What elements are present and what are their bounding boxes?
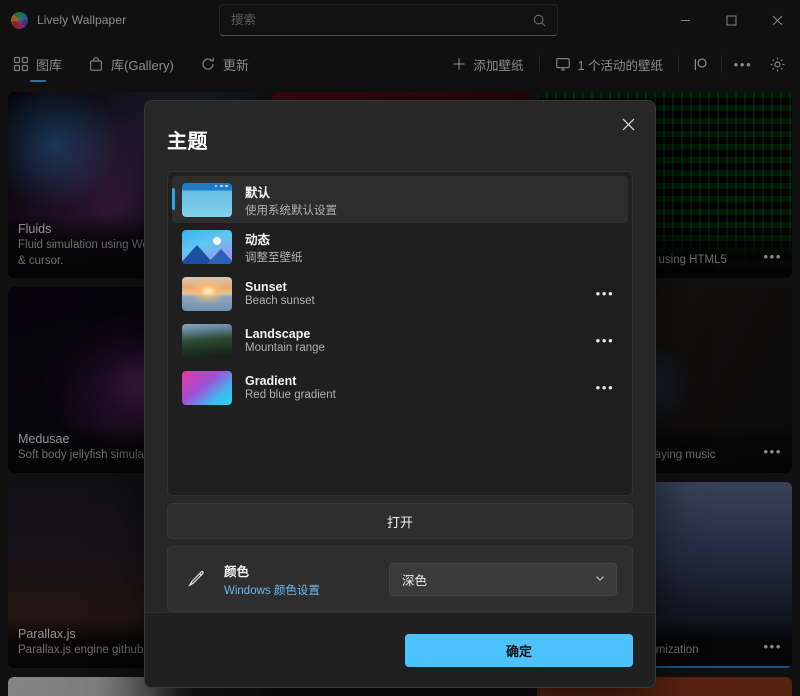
theme-list-item-landscape[interactable]: Landscape Mountain range ••• bbox=[172, 317, 628, 364]
theme-text: 默认 使用系统默认设置 bbox=[245, 182, 590, 218]
theme-list-item-default[interactable]: 默认 使用系统默认设置 bbox=[172, 176, 628, 223]
theme-thumbnail-sunset-icon bbox=[182, 277, 232, 311]
theme-dialog: 主题 默认 使用系统默认设置 bbox=[144, 100, 656, 688]
theme-thumbnail-gradient-icon bbox=[182, 371, 232, 405]
dialog-title: 主题 bbox=[167, 125, 633, 154]
selection-indicator bbox=[172, 188, 175, 210]
theme-list-item-gradient[interactable]: Gradient Red blue gradient ••• bbox=[172, 364, 628, 411]
theme-name: 动态 bbox=[245, 229, 590, 248]
dialog-body: 主题 默认 使用系统默认设置 bbox=[145, 101, 655, 612]
color-text: 颜色 Windows 颜色设置 bbox=[224, 561, 389, 598]
color-mode-select[interactable]: 深色 bbox=[389, 563, 617, 596]
theme-subtitle: 使用系统默认设置 bbox=[245, 202, 590, 218]
theme-more-icon[interactable]: ••• bbox=[590, 286, 620, 301]
theme-text: Sunset Beach sunset bbox=[245, 280, 590, 307]
theme-thumbnail-default-icon bbox=[182, 183, 232, 217]
theme-more-icon[interactable]: ••• bbox=[590, 333, 620, 348]
open-button[interactable]: 打开 bbox=[167, 503, 633, 539]
theme-subtitle: Mountain range bbox=[245, 342, 590, 354]
theme-name: 默认 bbox=[245, 182, 590, 201]
theme-subtitle: Red blue gradient bbox=[245, 389, 590, 401]
close-icon[interactable] bbox=[610, 109, 646, 139]
chevron-down-icon bbox=[594, 572, 606, 587]
color-settings-panel: 颜色 Windows 颜色设置 深色 bbox=[167, 546, 633, 612]
theme-thumbnail-landscape-icon bbox=[182, 324, 232, 358]
dialog-footer: 确定 bbox=[145, 612, 655, 687]
theme-list-item-sunset[interactable]: Sunset Beach sunset ••• bbox=[172, 270, 628, 317]
ok-button[interactable]: 确定 bbox=[405, 634, 633, 667]
theme-subtitle: Beach sunset bbox=[245, 295, 590, 307]
windows-color-settings-link[interactable]: Windows 颜色设置 bbox=[224, 582, 389, 598]
theme-subtitle: 调整至壁纸 bbox=[245, 249, 590, 265]
color-mode-selected-value: 深色 bbox=[402, 570, 427, 589]
theme-name: Gradient bbox=[245, 374, 590, 388]
theme-list-item-dynamic[interactable]: 动态 调整至壁纸 bbox=[172, 223, 628, 270]
theme-thumbnail-dynamic-icon bbox=[182, 230, 232, 264]
brush-icon bbox=[185, 568, 207, 590]
app-window: Lively Wallpaper bbox=[0, 0, 800, 696]
theme-name: Landscape bbox=[245, 327, 590, 341]
theme-text: 动态 调整至壁纸 bbox=[245, 229, 590, 265]
theme-text: Landscape Mountain range bbox=[245, 327, 590, 354]
theme-name: Sunset bbox=[245, 280, 590, 294]
theme-list: 默认 使用系统默认设置 动态 调整至壁纸 bbox=[167, 171, 633, 496]
theme-text: Gradient Red blue gradient bbox=[245, 374, 590, 401]
color-title: 颜色 bbox=[224, 561, 389, 580]
theme-more-icon[interactable]: ••• bbox=[590, 380, 620, 395]
